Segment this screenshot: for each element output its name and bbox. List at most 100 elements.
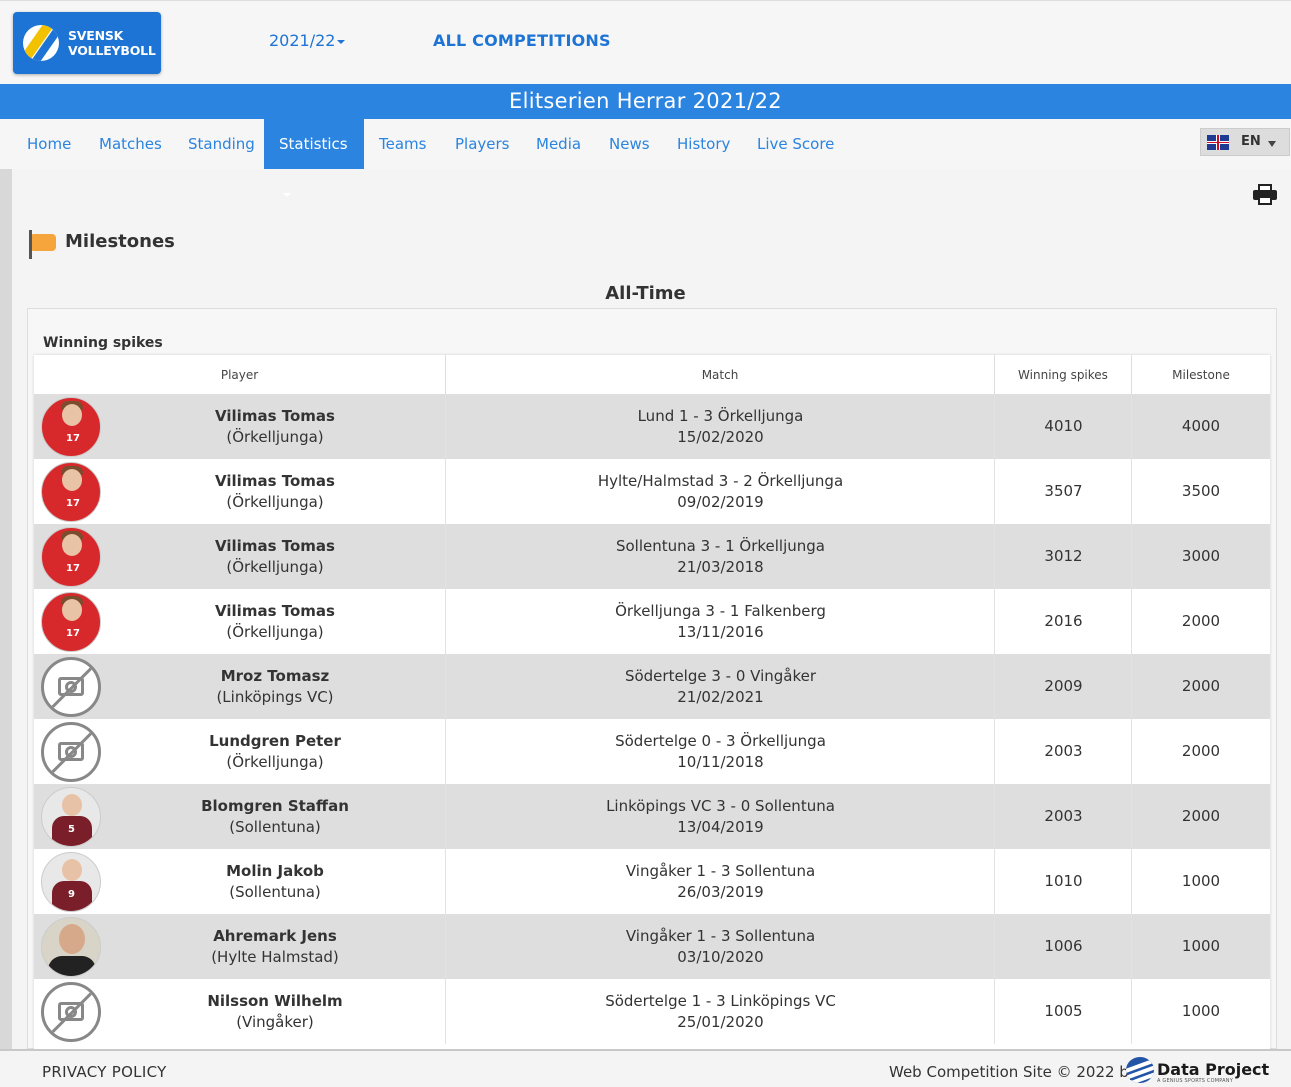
winning-spikes-cell: 1006 bbox=[995, 914, 1132, 979]
player-cell[interactable]: Nilsson Wilhelm (Vingåker) bbox=[34, 979, 446, 1044]
match-cell[interactable]: Hylte/Halmstad 3 - 2 Örkelljunga 09/02/20… bbox=[446, 459, 995, 524]
match-cell[interactable]: Linköpings VC 3 - 0 Sollentuna 13/04/2019 bbox=[446, 784, 995, 849]
table-row[interactable]: 17 Vilimas Tomas (Örkelljunga) Lund 1 - 3 Ö… bbox=[34, 394, 1270, 459]
nav-media[interactable]: Media bbox=[536, 119, 581, 169]
match-result[interactable]: Örkelljunga 3 - 1 Falkenberg bbox=[446, 602, 995, 620]
player-name[interactable]: Blomgren Staffan bbox=[34, 797, 446, 815]
player-name[interactable]: Vilimas Tomas bbox=[34, 407, 446, 425]
milestone-value: 2000 bbox=[1181, 742, 1221, 760]
player-cell[interactable]: 5 Blomgren Staffan (Sollentuna) bbox=[34, 784, 446, 849]
player-photo[interactable]: 17 bbox=[41, 592, 101, 652]
match-result[interactable]: Södertelge 3 - 0 Vingåker bbox=[446, 667, 995, 685]
player-name[interactable]: Molin Jakob bbox=[34, 862, 446, 880]
match-cell[interactable]: Vingåker 1 - 3 Sollentuna 03/10/2020 bbox=[446, 914, 995, 979]
match-result[interactable]: Södertelge 0 - 3 Örkelljunga bbox=[446, 732, 995, 750]
privacy-policy-link[interactable]: PRIVACY POLICY bbox=[42, 1063, 167, 1081]
table-row[interactable]: Ahremark Jens (Hylte Halmstad) Vingåker 1 … bbox=[34, 914, 1270, 979]
player-photo[interactable] bbox=[41, 917, 101, 977]
nav-matches[interactable]: Matches bbox=[99, 119, 162, 169]
player-name[interactable]: Nilsson Wilhelm bbox=[34, 992, 446, 1010]
player-name[interactable]: Vilimas Tomas bbox=[34, 537, 446, 555]
table-row[interactable]: Nilsson Wilhelm (Vingåker) Södertelge 1 - … bbox=[34, 979, 1270, 1044]
player-photo[interactable]: 9 bbox=[41, 852, 101, 912]
player-photo[interactable]: 17 bbox=[41, 527, 101, 587]
milestone-cell: 3500 bbox=[1132, 459, 1270, 524]
data-project-tagline: A GENIUS SPORTS COMPANY bbox=[1157, 1078, 1233, 1084]
data-project-brand[interactable]: Data Project bbox=[1157, 1060, 1269, 1079]
chevron-down-icon bbox=[1268, 141, 1276, 147]
match-cell[interactable]: Örkelljunga 3 - 1 Falkenberg 13/11/2016 bbox=[446, 589, 995, 654]
player-cell[interactable]: 17 Vilimas Tomas (Örkelljunga) bbox=[34, 394, 446, 459]
no-photo-icon bbox=[41, 657, 101, 717]
player-cell[interactable]: 9 Molin Jakob (Sollentuna) bbox=[34, 849, 446, 914]
match-result[interactable]: Vingåker 1 - 3 Sollentuna bbox=[446, 927, 995, 945]
table-row[interactable]: 17 Vilimas Tomas (Örkelljunga) Örkelljunga … bbox=[34, 589, 1270, 654]
match-cell[interactable]: Lund 1 - 3 Örkelljunga 15/02/2020 bbox=[446, 394, 995, 459]
milestone-cell: 2000 bbox=[1132, 589, 1270, 654]
panel-label: Winning spikes bbox=[43, 335, 163, 351]
player-name[interactable]: Ahremark Jens bbox=[34, 927, 446, 945]
nav-home[interactable]: Home bbox=[27, 119, 71, 169]
player-team: (Sollentuna) bbox=[229, 883, 321, 901]
match-cell[interactable]: Vingåker 1 - 3 Sollentuna 26/03/2019 bbox=[446, 849, 995, 914]
nav-players[interactable]: Players bbox=[455, 119, 510, 169]
player-name[interactable]: Vilimas Tomas bbox=[34, 472, 446, 490]
player-team: (Hylte Halmstad) bbox=[211, 948, 339, 966]
winning-spikes-value: 1006 bbox=[1044, 937, 1083, 955]
table-row[interactable]: Lundgren Peter (Örkelljunga) Södertelge 0 … bbox=[34, 719, 1270, 784]
match-cell[interactable]: Södertelge 1 - 3 Linköpings VC 25/01/2020 bbox=[446, 979, 995, 1044]
match-result[interactable]: Linköpings VC 3 - 0 Sollentuna bbox=[446, 797, 995, 815]
data-project-logo-icon[interactable] bbox=[1126, 1057, 1154, 1083]
player-cell[interactable]: 17 Vilimas Tomas (Örkelljunga) bbox=[34, 589, 446, 654]
player-photo[interactable]: 5 bbox=[41, 787, 101, 847]
player-cell[interactable]: 17 Vilimas Tomas (Örkelljunga) bbox=[34, 524, 446, 589]
milestone-cell: 2000 bbox=[1132, 784, 1270, 849]
winning-spikes-cell: 2016 bbox=[995, 589, 1132, 654]
match-cell[interactable]: Södertelge 3 - 0 Vingåker 21/02/2021 bbox=[446, 654, 995, 719]
match-cell[interactable]: Sollentuna 3 - 1 Örkelljunga 21/03/2018 bbox=[446, 524, 995, 589]
player-photo[interactable]: 17 bbox=[41, 397, 101, 457]
table-row[interactable]: 17 Vilimas Tomas (Örkelljunga) Sollentuna 3… bbox=[34, 524, 1270, 589]
language-selector[interactable]: EN bbox=[1200, 128, 1290, 156]
match-result[interactable]: Lund 1 - 3 Örkelljunga bbox=[446, 407, 995, 425]
match-result[interactable]: Södertelge 1 - 3 Linköpings VC bbox=[446, 992, 995, 1010]
player-cell[interactable]: Ahremark Jens (Hylte Halmstad) bbox=[34, 914, 446, 979]
table-row[interactable]: 5 Blomgren Staffan (Sollentuna) Linköpings … bbox=[34, 784, 1270, 849]
no-photo-icon bbox=[41, 722, 101, 782]
nav-news[interactable]: News bbox=[609, 119, 650, 169]
player-cell[interactable]: Lundgren Peter (Örkelljunga) bbox=[34, 719, 446, 784]
player-team: (Linköpings VC) bbox=[216, 688, 334, 706]
header-match: Match bbox=[446, 355, 995, 394]
table-row[interactable]: 17 Vilimas Tomas (Örkelljunga) Hylte/Halmst… bbox=[34, 459, 1270, 524]
nav-teams[interactable]: Teams bbox=[379, 119, 426, 169]
player-name[interactable]: Vilimas Tomas bbox=[34, 602, 446, 620]
milestone-cell: 1000 bbox=[1132, 979, 1270, 1044]
match-cell[interactable]: Södertelge 0 - 3 Örkelljunga 10/11/2018 bbox=[446, 719, 995, 784]
chevron-down-icon bbox=[337, 39, 346, 44]
competition-title: Elitserien Herrar 2021/22 bbox=[0, 84, 1291, 119]
player-cell[interactable]: Mroz Tomasz (Linköpings VC) bbox=[34, 654, 446, 719]
table-row[interactable]: 9 Molin Jakob (Sollentuna) Vingåker 1 - 3 S… bbox=[34, 849, 1270, 914]
table-row[interactable]: Mroz Tomasz (Linköpings VC) Södertelge 3 -… bbox=[34, 654, 1270, 719]
match-date: 25/01/2020 bbox=[677, 1013, 764, 1031]
player-team: (Vingåker) bbox=[236, 1013, 314, 1031]
nav-statistics[interactable]: Statistics bbox=[264, 119, 364, 197]
player-team: (Örkelljunga) bbox=[226, 558, 324, 576]
print-icon[interactable] bbox=[1253, 184, 1277, 206]
match-result[interactable]: Vingåker 1 - 3 Sollentuna bbox=[446, 862, 995, 880]
nav-standing[interactable]: Standing bbox=[188, 119, 255, 169]
all-competitions-link[interactable]: ALL COMPETITIONS bbox=[433, 31, 611, 50]
svensk-volleyboll-logo[interactable]: SVENSK VOLLEYBOLL bbox=[13, 12, 161, 74]
nav-history[interactable]: History bbox=[677, 119, 730, 169]
match-result[interactable]: Hylte/Halmstad 3 - 2 Örkelljunga bbox=[446, 472, 995, 490]
milestone-value: 1000 bbox=[1181, 937, 1221, 955]
nav-live-score[interactable]: Live Score bbox=[757, 119, 834, 169]
player-photo[interactable]: 17 bbox=[41, 462, 101, 522]
winning-spikes-value: 2003 bbox=[1044, 742, 1083, 760]
player-name[interactable]: Lundgren Peter bbox=[34, 732, 446, 750]
player-cell[interactable]: 17 Vilimas Tomas (Örkelljunga) bbox=[34, 459, 446, 524]
player-name[interactable]: Mroz Tomasz bbox=[34, 667, 446, 685]
season-dropdown[interactable]: 2021/22 bbox=[269, 31, 346, 50]
match-result[interactable]: Sollentuna 3 - 1 Örkelljunga bbox=[446, 537, 995, 555]
footer: PRIVACY POLICY Web Competition Site © 20… bbox=[0, 1049, 1291, 1087]
